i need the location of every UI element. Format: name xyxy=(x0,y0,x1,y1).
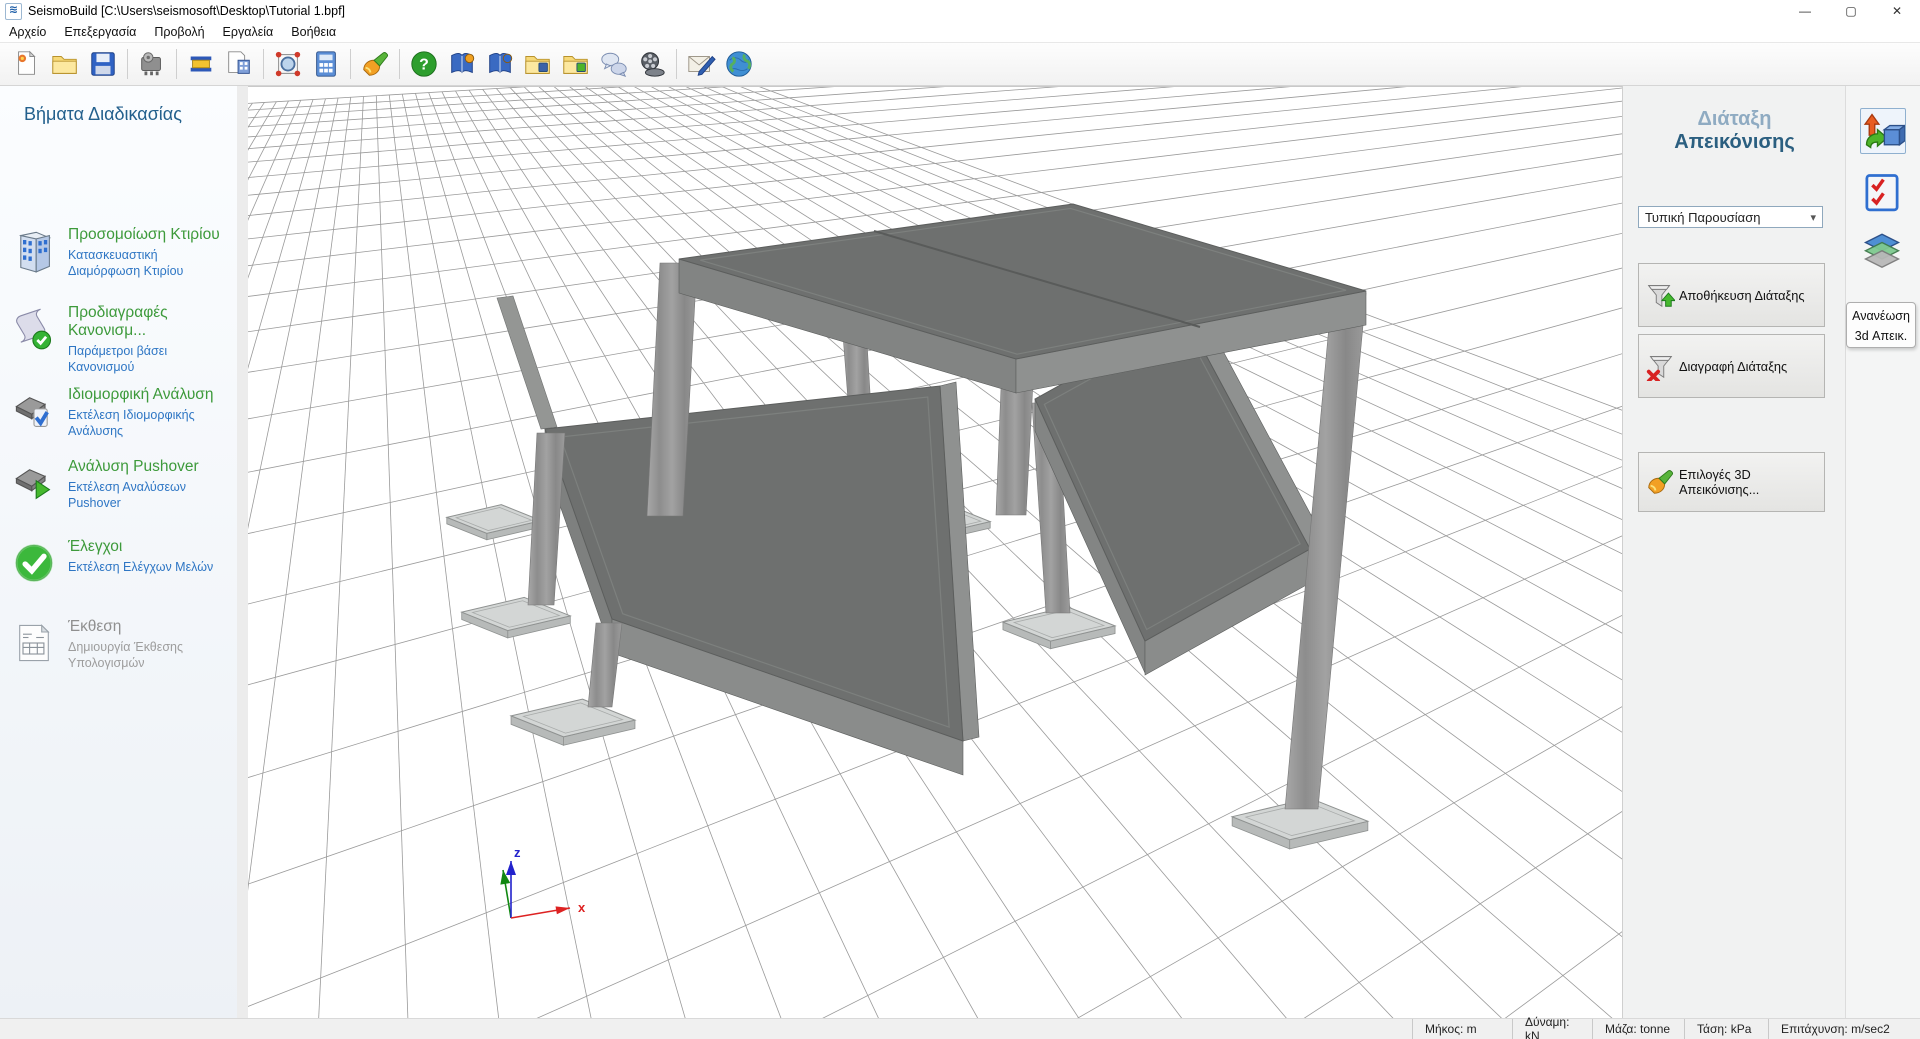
rp-button-label: Αποθήκευση Διάταξης xyxy=(1679,288,1805,303)
procedure-steps-title: Βήματα Διαδικασίας xyxy=(24,104,182,125)
3d-structure-render: xz xyxy=(248,87,1622,1019)
status-bar: Μήκος: mΔύναμη: kNΜάζα: tonneΤάση: kPaΕπ… xyxy=(0,1018,1920,1039)
display-layout-panel: Διάταξη Απεικόνισης Τυπική Παρουσίαση ▾ … xyxy=(1622,86,1845,1018)
funnel-delete-icon xyxy=(1645,351,1675,381)
status-cell-3: Τάση: kPa xyxy=(1684,1019,1768,1039)
toolbar-separator xyxy=(176,49,177,79)
scene-root: xz xyxy=(248,87,1622,1019)
new-file-icon[interactable] xyxy=(12,49,42,79)
green-check-icon xyxy=(12,540,56,586)
deformed-shape-3d-icon[interactable] xyxy=(1860,108,1906,154)
processor-settings-icon[interactable] xyxy=(137,49,167,79)
3d-model-viewport[interactable]: xz xyxy=(248,86,1622,1018)
rp-button-2[interactable]: Επιλογές 3D Απεικόνισης... xyxy=(1638,452,1825,512)
rp-button-0[interactable]: Αποθήκευση Διάταξης xyxy=(1638,263,1825,327)
window-title: SeismoBuild [C:\Users\seismosoft\Desktop… xyxy=(28,4,345,18)
chip-check-icon xyxy=(12,388,56,434)
email-icon[interactable] xyxy=(686,49,716,79)
display-layout-title: Διάταξη Απεικόνισης xyxy=(1623,108,1846,154)
sidebar-step-5[interactable]: Έκθεση Δημιουργία Έκθεσης Υπολογισμών xyxy=(10,618,230,671)
chevron-down-icon: ▾ xyxy=(1810,211,1816,224)
view-tools-strip xyxy=(1845,86,1920,1018)
menu-item-1[interactable]: Επεξεργασία xyxy=(55,23,145,41)
eigen-molecule-icon[interactable] xyxy=(273,49,303,79)
title-bar: ≋ SeismoBuild [C:\Users\seismosoft\Deskt… xyxy=(0,0,1920,22)
book-check-icon[interactable] xyxy=(485,49,515,79)
axis-x-label: x xyxy=(578,900,586,915)
report-building-icon[interactable] xyxy=(224,49,254,79)
open-folder-icon[interactable] xyxy=(50,49,80,79)
help-icon[interactable]: ? xyxy=(409,49,439,79)
step-title[interactable]: Έλεγχοι xyxy=(68,538,230,556)
rp-button-label: Διαγραφή Διάταξης xyxy=(1679,359,1787,374)
status-cell-4: Επιτάχυνση: m/sec2 xyxy=(1768,1019,1920,1039)
funnel-save-icon xyxy=(1645,280,1675,310)
sidebar-step-4[interactable]: Έλεγχοι Εκτέλεση Ελέγχων Μελών xyxy=(10,538,230,576)
procedure-steps-panel: Βήματα Διαδικασίας Προσομοίωση Κτιρίου Κα… xyxy=(0,86,238,1018)
menu-item-3[interactable]: Εργαλεία xyxy=(214,23,283,41)
step-title[interactable]: Προσομοίωση Κτιρίου xyxy=(68,226,230,244)
sidebar-step-3[interactable]: Ανάλυση Pushover Εκτέλεση Αναλύσεων Pusho… xyxy=(10,458,230,511)
save-icon[interactable] xyxy=(88,49,118,79)
toolbar-separator xyxy=(127,49,128,79)
toolbar-separator xyxy=(263,49,264,79)
sidebar-step-0[interactable]: Προσομοίωση Κτιρίου Κατασκευαστική Διαμόρ… xyxy=(10,226,230,279)
presentation-select[interactable]: Τυπική Παρουσίαση ▾ xyxy=(1638,206,1823,228)
seismobuild-window: ≋ SeismoBuild [C:\Users\seismosoft\Deskt… xyxy=(0,0,1920,1039)
toolbar-separator xyxy=(350,49,351,79)
step-subtitle-link[interactable]: Εκτέλεση Ελέγχων Μελών xyxy=(68,560,230,576)
step-title[interactable]: Προδιαγραφές Κανονισμ... xyxy=(68,304,230,340)
presentation-select-value: Τυπική Παρουσίαση xyxy=(1645,210,1760,225)
axis-z-label: z xyxy=(514,845,521,860)
scroll-check-icon xyxy=(12,306,56,352)
app-logo-icon: ≋ xyxy=(5,3,22,20)
paintbrush-icon[interactable] xyxy=(360,49,390,79)
folder-building-icon[interactable] xyxy=(523,49,553,79)
chip-play-icon xyxy=(12,460,56,506)
calculator-icon[interactable] xyxy=(311,49,341,79)
brush-icon xyxy=(1645,467,1675,497)
report-doc-icon xyxy=(12,620,56,666)
minimize-button[interactable]: — xyxy=(1782,0,1828,22)
toolbar-separator xyxy=(676,49,677,79)
status-cell-1: Δύναμη: kN xyxy=(1512,1019,1592,1039)
menu-item-4[interactable]: Βοήθεια xyxy=(282,23,345,41)
refresh-3d-tooltip[interactable]: Ανανέωση 3d Απεικ. xyxy=(1846,302,1916,348)
menu-bar: ΑρχείοΕπεξεργασίαΠροβολήΕργαλείαΒοήθεια xyxy=(0,22,1920,42)
frame-element-icon[interactable] xyxy=(186,49,216,79)
rp-button-label: Επιλογές 3D Απεικόνισης... xyxy=(1679,467,1824,497)
sidebar-step-1[interactable]: Προδιαγραφές Κανονισμ... Παράμετροι βάσει… xyxy=(10,304,230,375)
sidebar-step-2[interactable]: Ιδιομορφική Ανάλυση Εκτέλεση Ιδιομορφικής… xyxy=(10,386,230,439)
maximize-button[interactable]: ▢ xyxy=(1828,0,1874,22)
step-title[interactable]: Ανάλυση Pushover xyxy=(68,458,230,476)
roof-slab xyxy=(679,204,1366,393)
folder-forward-icon[interactable] xyxy=(561,49,591,79)
website-globe-icon[interactable] xyxy=(724,49,754,79)
step-title[interactable]: Ιδιομορφική Ανάλυση xyxy=(68,386,230,404)
chat-bubbles-icon[interactable] xyxy=(599,49,629,79)
video-tutorials-icon[interactable] xyxy=(637,49,667,79)
checks-list-icon[interactable] xyxy=(1860,170,1904,214)
toolbar-separator xyxy=(399,49,400,79)
close-button[interactable]: ✕ xyxy=(1874,0,1920,22)
step-subtitle-link[interactable]: Κατασκευαστική Διαμόρφωση Κτιρίου xyxy=(68,248,230,279)
rp-button-1[interactable]: Διαγραφή Διάταξης xyxy=(1638,334,1825,398)
status-cell-2: Μάζα: tonne xyxy=(1592,1019,1684,1039)
step-subtitle-link[interactable]: Παράμετροι βάσει Κανονισμού xyxy=(68,344,230,375)
menu-item-2[interactable]: Προβολή xyxy=(145,23,213,41)
slab-layers-icon[interactable] xyxy=(1860,226,1904,270)
book-star-icon[interactable] xyxy=(447,49,477,79)
status-cell-0: Μήκος: m xyxy=(1412,1019,1512,1039)
step-subtitle-link[interactable]: Εκτέλεση Αναλύσεων Pushover xyxy=(68,480,230,511)
step-title[interactable]: Έκθεση xyxy=(68,618,230,636)
toolbar: ? xyxy=(0,42,1920,86)
step-subtitle-link[interactable]: Δημιουργία Έκθεσης Υπολογισμών xyxy=(68,640,230,671)
building-icon xyxy=(12,228,56,274)
menu-item-0[interactable]: Αρχείο xyxy=(0,23,55,41)
axis-triad: xz xyxy=(500,845,586,918)
step-subtitle-link[interactable]: Εκτέλεση Ιδιομορφικής Ανάλυσης xyxy=(68,408,230,439)
svg-text:?: ? xyxy=(419,57,429,74)
